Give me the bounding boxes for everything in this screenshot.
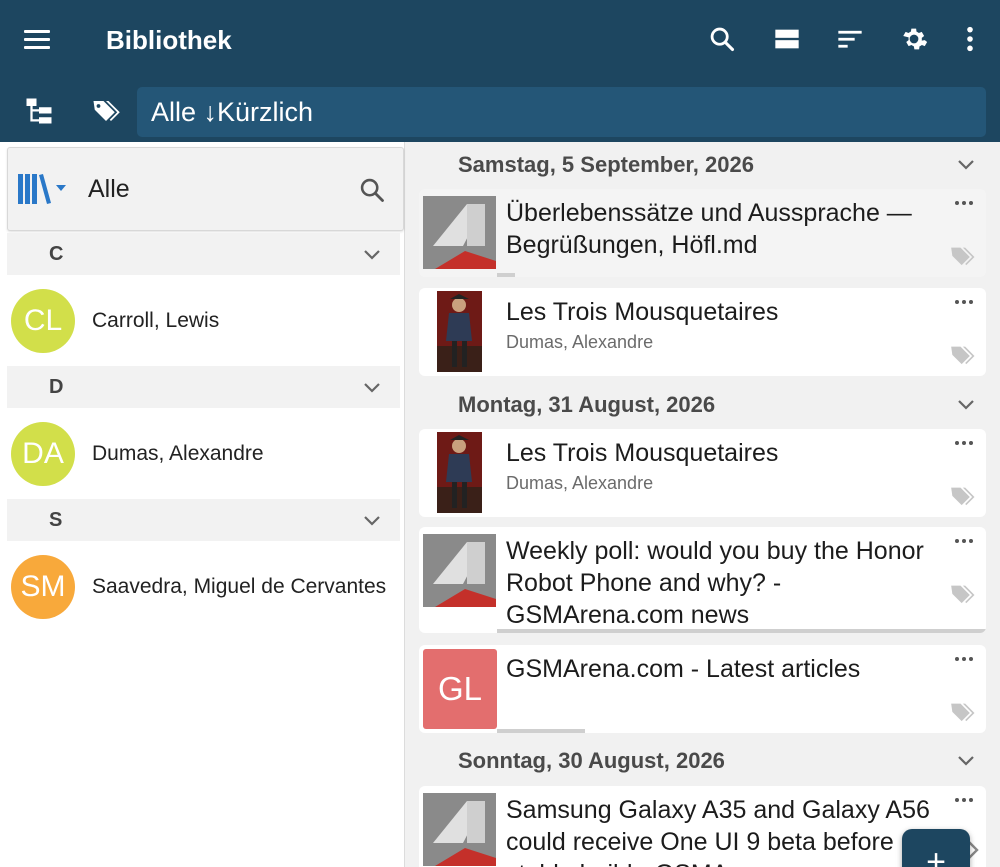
- section-letter: C: [49, 243, 64, 265]
- reading-progress: [497, 729, 585, 733]
- tag-icon[interactable]: [950, 701, 978, 725]
- author-name: Saavedra, Miguel de Cervantes: [92, 575, 387, 598]
- date-label: Montag, 31 August, 2026: [458, 392, 716, 417]
- section-header-c[interactable]: C: [7, 233, 400, 275]
- date-header[interactable]: Samstag, 5 September, 2026: [406, 142, 1000, 184]
- tag-icon[interactable]: [950, 583, 978, 607]
- card-title: Samsung Galaxy A35 and Galaxy A56 could …: [506, 796, 930, 867]
- overflow-menu-icon[interactable]: [953, 22, 987, 56]
- date-header[interactable]: Sonntag, 30 August, 2026: [406, 738, 1000, 780]
- settings-gear-icon[interactable]: [897, 22, 931, 56]
- feed-initials-thumb: GL: [423, 649, 497, 729]
- book-card[interactable]: Les Trois Mousquetaires Dumas, Alexandre: [419, 429, 986, 517]
- filter-row: Alle ↓Kürzlich: [0, 80, 1000, 142]
- article-card[interactable]: Weekly poll: would you buy the Honor Rob…: [419, 527, 986, 633]
- author-panel: Alle C CL Carroll, Lewis D DA Dumas, Ale…: [0, 142, 405, 867]
- reading-progress: [497, 629, 986, 633]
- card-title: Les Trois Mousquetaires: [506, 298, 779, 326]
- avatar: SM: [11, 555, 75, 619]
- chevron-down-icon[interactable]: [956, 394, 976, 414]
- book-card[interactable]: Les Trois Mousquetaires Dumas, Alexandre: [419, 288, 986, 376]
- avatar: CL: [11, 289, 75, 353]
- library-header: Alle: [7, 147, 404, 231]
- card-author: Dumas, Alexandre: [506, 332, 654, 352]
- card-title: GSMArena.com - Latest articles: [506, 655, 861, 683]
- article-card[interactable]: Samsung Galaxy A35 and Galaxy A56 could …: [419, 786, 986, 867]
- document-card[interactable]: Überlebenssätze und Aussprache — Begrüßu…: [419, 189, 986, 277]
- section-letter: D: [49, 376, 64, 398]
- library-search-icon[interactable]: [358, 176, 386, 209]
- more-options-icon[interactable]: [954, 298, 974, 306]
- date-label: Samstag, 5 September, 2026: [458, 152, 754, 177]
- chevron-down-icon[interactable]: [362, 510, 382, 530]
- tag-icon[interactable]: [950, 344, 978, 368]
- toolbar: Bibliothek: [0, 0, 1000, 80]
- author-row[interactable]: SM Saavedra, Miguel de Cervantes: [7, 541, 400, 631]
- section-header-s[interactable]: S: [7, 499, 400, 541]
- chevron-down-icon[interactable]: [956, 154, 976, 174]
- view-mode-icon[interactable]: [770, 22, 804, 56]
- author-name: Dumas, Alexandre: [92, 442, 264, 465]
- musketeer-cover: [437, 291, 482, 372]
- date-label: Sonntag, 30 August, 2026: [458, 748, 725, 773]
- more-options-icon[interactable]: [954, 796, 974, 804]
- card-author: Dumas, Alexandre: [506, 473, 654, 493]
- author-row[interactable]: DA Dumas, Alexandre: [7, 408, 400, 498]
- date-header[interactable]: Montag, 31 August, 2026: [406, 382, 1000, 424]
- section-letter: S: [49, 509, 63, 531]
- generic-doc-icon: [423, 793, 496, 866]
- library-books-icon[interactable]: [16, 172, 68, 211]
- page-title: Bibliothek: [106, 25, 232, 55]
- generic-doc-icon: [423, 534, 496, 607]
- menu-icon[interactable]: [22, 24, 52, 54]
- library-title: Alle: [88, 175, 130, 203]
- feed-card[interactable]: GL GSMArena.com - Latest articles: [419, 645, 986, 733]
- card-title: Weekly poll: would you buy the Honor Rob…: [506, 537, 924, 629]
- chevron-down-icon[interactable]: [956, 750, 976, 770]
- more-options-icon[interactable]: [954, 537, 974, 545]
- sort-icon[interactable]: [833, 22, 867, 56]
- avatar: DA: [11, 422, 75, 486]
- tag-icon[interactable]: [950, 245, 978, 269]
- author-name: Carroll, Lewis: [92, 309, 220, 332]
- filter-label: Alle ↓Kürzlich: [151, 97, 314, 127]
- filter-field[interactable]: Alle ↓Kürzlich: [137, 87, 986, 137]
- author-row[interactable]: CL Carroll, Lewis: [7, 275, 400, 365]
- more-options-icon[interactable]: [954, 439, 974, 447]
- app-bar: Bibliothek Alle ↓Kürzlich: [0, 0, 1000, 142]
- recent-feed: Samstag, 5 September, 2026 Überlebenssät…: [406, 142, 1000, 867]
- add-fab-button[interactable]: +: [902, 829, 970, 867]
- generic-doc-icon: [423, 196, 496, 269]
- search-icon[interactable]: [705, 22, 739, 56]
- hierarchy-icon[interactable]: [22, 94, 56, 128]
- chevron-down-icon[interactable]: [362, 244, 382, 264]
- more-options-icon[interactable]: [954, 199, 974, 207]
- card-title: Überlebenssätze und Aussprache — Begrüßu…: [506, 199, 912, 259]
- chevron-down-icon[interactable]: [362, 377, 382, 397]
- card-title: Les Trois Mousquetaires: [506, 439, 779, 467]
- musketeer-cover: [437, 432, 482, 513]
- reading-progress: [497, 273, 515, 277]
- tag-icon[interactable]: [950, 485, 978, 509]
- tags-icon[interactable]: [89, 94, 123, 128]
- section-header-d[interactable]: D: [7, 366, 400, 408]
- more-options-icon[interactable]: [954, 655, 974, 663]
